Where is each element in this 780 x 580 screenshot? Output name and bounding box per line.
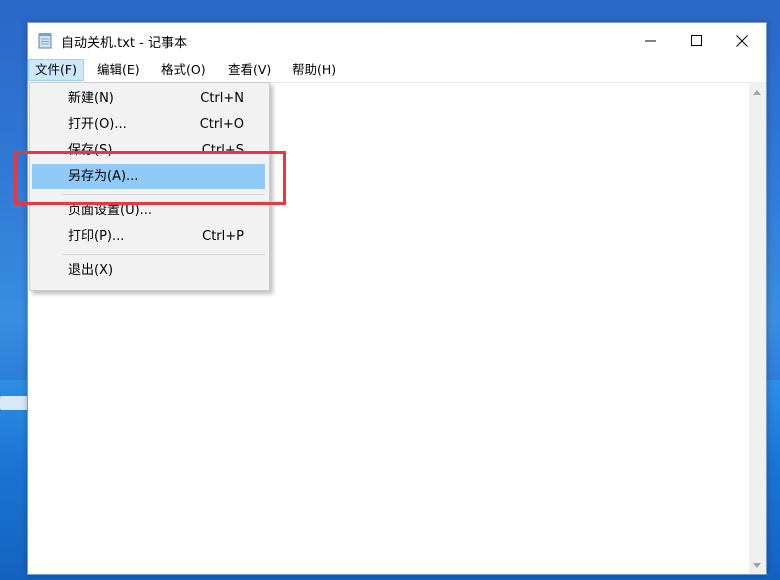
close-icon — [736, 34, 748, 47]
watermark-url: jingyan.baidu.com — [603, 530, 723, 545]
vertical-scrollbar[interactable] — [749, 82, 766, 574]
notepad-icon — [38, 33, 52, 49]
menu-item-label: 打开(O)... — [68, 117, 127, 132]
menu-separator — [62, 254, 265, 255]
close-button[interactable] — [719, 23, 765, 58]
maximize-button[interactable] — [673, 23, 719, 58]
maximize-icon — [690, 35, 702, 46]
title-bar[interactable]: 自动关机.txt - 记事本 — [28, 23, 766, 58]
scroll-up-arrow-icon[interactable] — [753, 90, 761, 95]
scroll-down-arrow-icon[interactable] — [753, 563, 761, 568]
highlight-annotation-box — [14, 151, 286, 205]
menu-item-new[interactable]: 新建(N) Ctrl+N — [32, 86, 265, 111]
minimize-button[interactable] — [627, 23, 673, 58]
menu-item-exit[interactable]: 退出(X) — [32, 258, 265, 283]
minimize-icon — [644, 40, 656, 42]
menu-bar: 文件(F) 编辑(E) 格式(O) 查看(V) 帮助(H) — [28, 59, 766, 81]
menu-item-label: 新建(N) — [68, 91, 114, 106]
menu-item-shortcut: Ctrl+O — [199, 117, 244, 132]
menu-view[interactable]: 查看(V) — [222, 59, 277, 81]
menu-item-print[interactable]: 打印(P)... Ctrl+P — [32, 224, 265, 249]
menu-item-label: 打印(P)... — [68, 229, 125, 244]
window-title: 自动关机.txt - 记事本 — [61, 36, 187, 51]
menu-item-label: 退出(X) — [68, 263, 114, 278]
menu-file[interactable]: 文件(F) — [28, 59, 84, 81]
menu-format[interactable]: 格式(O) — [155, 59, 212, 81]
desktop-cloud — [0, 396, 28, 410]
menu-edit[interactable]: 编辑(E) — [91, 59, 146, 81]
menu-item-shortcut: Ctrl+N — [200, 91, 244, 106]
menu-item-shortcut: Ctrl+P — [202, 229, 244, 244]
watermark-brand: Baidu经验 — [598, 500, 751, 533]
menu-item-open[interactable]: 打开(O)... Ctrl+O — [32, 112, 265, 137]
menu-help[interactable]: 帮助(H) — [286, 59, 342, 81]
